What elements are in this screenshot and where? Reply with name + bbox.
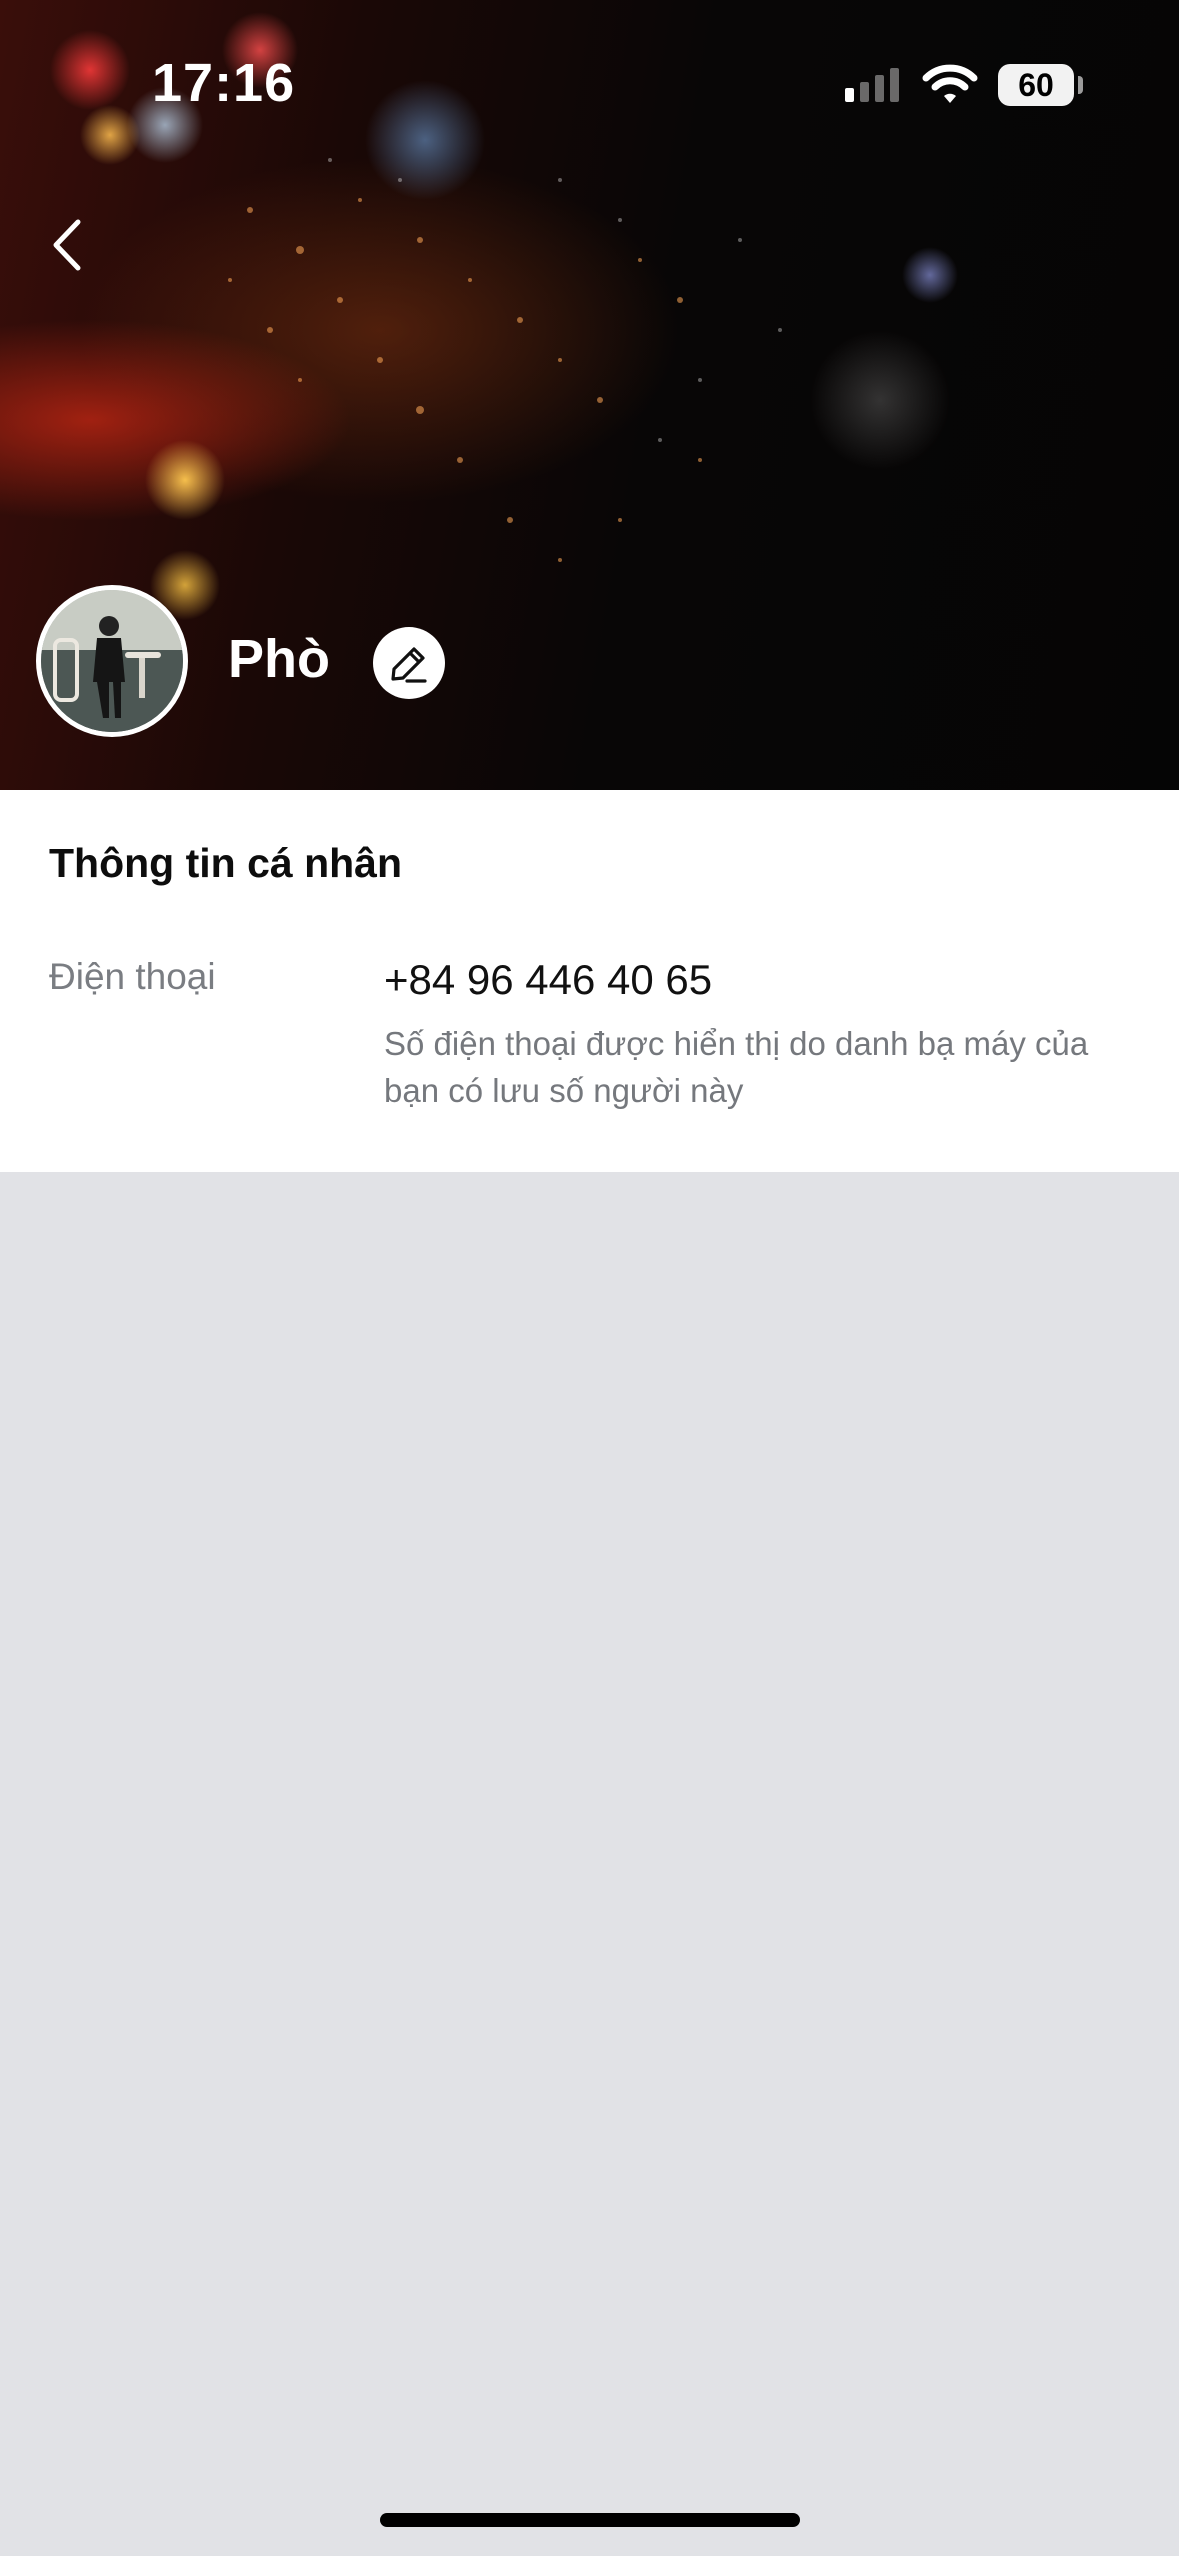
personal-info-card: Thông tin cá nhân Điện thoại +84 96 446 …	[0, 790, 1179, 1172]
battery-cap	[1078, 76, 1083, 94]
avatar-photo	[41, 590, 183, 732]
profile-name: Phò	[228, 629, 330, 689]
chevron-left-icon	[53, 219, 81, 271]
section-title: Thông tin cá nhân	[49, 840, 403, 886]
edit-name-button[interactable]	[373, 627, 445, 699]
avatar[interactable]	[36, 585, 188, 737]
cellular-signal-icon	[845, 68, 899, 102]
home-indicator[interactable]	[380, 2513, 800, 2527]
battery-icon: 60	[998, 64, 1074, 106]
phone-note: Số điện thoại được hiển thị do danh bạ m…	[384, 1025, 1089, 1109]
phone-label: Điện thoại	[49, 956, 216, 997]
back-button[interactable]	[44, 210, 94, 280]
wifi-icon	[922, 64, 978, 103]
phone-number[interactable]: +84 96 446 40 65	[384, 956, 712, 1004]
status-time: 17:16	[152, 53, 296, 113]
pencil-icon	[391, 647, 427, 683]
